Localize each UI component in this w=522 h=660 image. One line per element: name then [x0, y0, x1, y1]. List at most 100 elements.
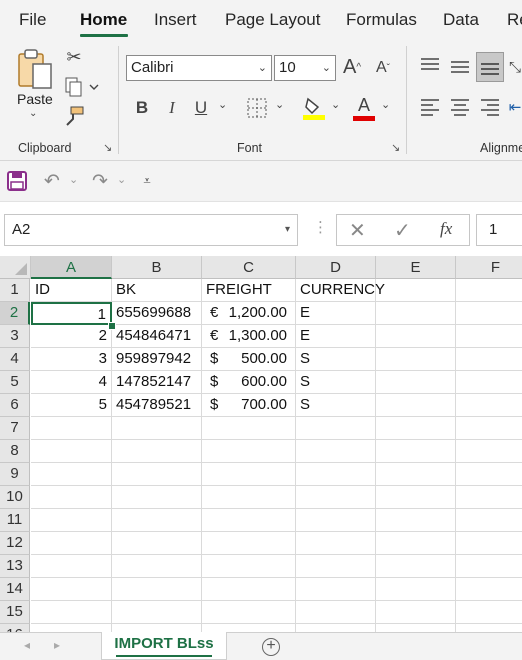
grid-cell[interactable]: [112, 463, 202, 486]
tab-formulas[interactable]: Formulas: [346, 10, 417, 30]
grid-cell[interactable]: [296, 440, 376, 463]
bold-button[interactable]: B: [132, 96, 152, 120]
column-header-a[interactable]: A: [31, 256, 112, 279]
cell-d6[interactable]: S: [296, 394, 376, 417]
grid-cell[interactable]: [112, 601, 202, 624]
grid-cell[interactable]: [376, 348, 456, 371]
grid-cell[interactable]: [376, 302, 456, 325]
grid-cell[interactable]: [376, 394, 456, 417]
row-header[interactable]: 15: [0, 601, 30, 624]
align-left-icon[interactable]: [419, 96, 441, 118]
borders-icon[interactable]: [246, 97, 268, 119]
cell-a4[interactable]: 3: [31, 348, 112, 371]
cell-c6[interactable]: $700.00: [202, 394, 296, 417]
grid-cell[interactable]: [456, 371, 522, 394]
grid-cell[interactable]: [202, 463, 296, 486]
grid-cell[interactable]: [31, 532, 112, 555]
column-header-f[interactable]: F: [456, 256, 522, 279]
grid-cell[interactable]: [296, 555, 376, 578]
row-header[interactable]: 1: [0, 279, 30, 302]
grid-cell[interactable]: [112, 440, 202, 463]
grid-cell[interactable]: [112, 509, 202, 532]
shrink-font-icon[interactable]: Aˇ: [372, 56, 394, 80]
font-color-icon[interactable]: A: [352, 95, 376, 121]
name-box[interactable]: A2 ▾: [4, 214, 298, 246]
cell-a5[interactable]: 4: [31, 371, 112, 394]
insert-function-button[interactable]: fx: [440, 219, 452, 239]
decrease-indent-icon[interactable]: ⇤: [508, 96, 522, 118]
align-top-icon[interactable]: [419, 54, 441, 76]
grid-cell[interactable]: [31, 578, 112, 601]
grid-cell[interactable]: [31, 440, 112, 463]
add-sheet-icon[interactable]: +: [262, 638, 280, 656]
grid-cell[interactable]: [456, 325, 522, 348]
sheet-tab-import-blss[interactable]: IMPORT BLss: [101, 632, 227, 660]
undo-icon[interactable]: ↶: [40, 170, 64, 192]
cell-a1[interactable]: ID: [31, 279, 112, 302]
grid-cell[interactable]: [456, 486, 522, 509]
grid-cell[interactable]: [376, 486, 456, 509]
grid-cell[interactable]: [456, 578, 522, 601]
font-launcher-icon[interactable]: ↘: [391, 141, 400, 154]
grid-cell[interactable]: [376, 509, 456, 532]
cell-c5[interactable]: $600.00: [202, 371, 296, 394]
grid-cell[interactable]: [376, 325, 456, 348]
tab-home[interactable]: Home: [80, 10, 127, 30]
cell-b4[interactable]: 959897942: [112, 348, 202, 371]
grid-cell[interactable]: [112, 624, 202, 632]
cell-b5[interactable]: 147852147: [112, 371, 202, 394]
cell-b1[interactable]: BK: [112, 279, 202, 302]
fill-handle[interactable]: [108, 322, 116, 330]
grid-cell[interactable]: [376, 371, 456, 394]
grid-cell[interactable]: [31, 555, 112, 578]
grid-cell[interactable]: [296, 509, 376, 532]
confirm-entry-icon[interactable]: ✓: [394, 218, 411, 243]
align-middle-icon[interactable]: [449, 56, 471, 78]
grid-cell[interactable]: [456, 348, 522, 371]
formula-input[interactable]: 1: [476, 214, 522, 246]
row-header[interactable]: 4: [0, 348, 30, 371]
paste-label[interactable]: Paste: [17, 91, 53, 107]
grid-cell[interactable]: [456, 279, 522, 302]
row-header[interactable]: 11: [0, 509, 30, 532]
cell-c2[interactable]: €1,200.00: [202, 302, 296, 325]
grid-cell[interactable]: [296, 417, 376, 440]
grid-cell[interactable]: [112, 578, 202, 601]
grid-cell[interactable]: [376, 463, 456, 486]
grid-cell[interactable]: [31, 624, 112, 632]
grid-cell[interactable]: [31, 601, 112, 624]
scroll-left-icon[interactable]: ◂: [24, 638, 30, 652]
grid-cell[interactable]: [456, 601, 522, 624]
grid-cell[interactable]: [456, 394, 522, 417]
align-bottom-icon[interactable]: [476, 52, 504, 82]
cell-b2[interactable]: 655699688: [112, 302, 202, 325]
grid-cell[interactable]: [202, 486, 296, 509]
copy-icon[interactable]: [62, 76, 102, 98]
font-color-dropdown-icon[interactable]: ⌄: [381, 98, 390, 111]
grid-cell[interactable]: [376, 417, 456, 440]
grid-cell[interactable]: [112, 532, 202, 555]
underline-dropdown-icon[interactable]: ⌄: [218, 98, 227, 111]
cut-icon[interactable]: ✂: [62, 46, 86, 68]
grid-cell[interactable]: [456, 463, 522, 486]
column-header-b[interactable]: B: [112, 256, 202, 279]
grid-cell[interactable]: [376, 440, 456, 463]
grid-cell[interactable]: [456, 417, 522, 440]
grid-cell[interactable]: [202, 624, 296, 632]
grid-cell[interactable]: [296, 624, 376, 632]
row-header[interactable]: 13: [0, 555, 30, 578]
tab-insert[interactable]: Insert: [154, 10, 197, 30]
row-header[interactable]: 14: [0, 578, 30, 601]
grid-cell[interactable]: [296, 463, 376, 486]
grid-cell[interactable]: [296, 601, 376, 624]
grid-cell[interactable]: [202, 532, 296, 555]
grid-cell[interactable]: [31, 417, 112, 440]
redo-dropdown-icon[interactable]: ⌄: [117, 173, 126, 186]
font-size-select[interactable]: 10 ⌄: [274, 55, 336, 81]
borders-dropdown-icon[interactable]: ⌄: [275, 98, 284, 111]
grow-font-icon[interactable]: A ^: [340, 54, 364, 80]
grid-cell[interactable]: [456, 440, 522, 463]
grid-cell[interactable]: [31, 486, 112, 509]
grid-cell[interactable]: [456, 509, 522, 532]
grid-cell[interactable]: [376, 578, 456, 601]
